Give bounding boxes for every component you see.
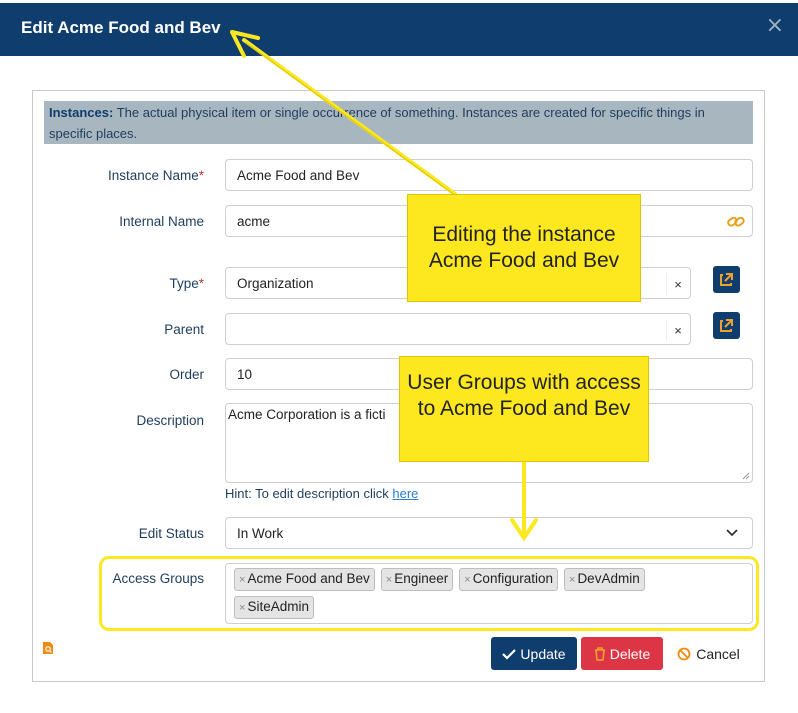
external-link-icon — [720, 273, 733, 286]
internal-name-value: acme — [237, 213, 271, 229]
parent-select[interactable]: × — [225, 313, 691, 345]
update-button[interactable]: Update — [491, 637, 577, 670]
groups-callout: User Groups with access to Acme Food and… — [399, 356, 649, 462]
check-icon — [502, 648, 517, 660]
type-open-button[interactable] — [713, 266, 740, 293]
info-heading: Instances: — [49, 105, 114, 120]
access-groups-highlight — [99, 556, 759, 631]
external-link-icon — [720, 319, 733, 332]
parent-open-button[interactable] — [713, 312, 740, 339]
ban-icon — [677, 647, 691, 660]
instance-name-input[interactable]: Acme Food and Bev — [225, 159, 753, 191]
instance-name-label: Instance Name* — [107, 168, 204, 183]
order-label: Order — [169, 367, 204, 382]
resize-handle-icon[interactable] — [741, 471, 750, 480]
update-label: Update — [520, 645, 566, 662]
editing-callout: Editing the instance Acme Food and Bev — [407, 194, 641, 302]
trash-icon — [594, 646, 605, 661]
type-label: Type* — [169, 276, 204, 291]
cancel-button[interactable]: Cancel — [667, 637, 750, 670]
delete-button[interactable]: Delete — [581, 637, 663, 670]
parent-clear-icon[interactable]: × — [666, 319, 689, 341]
internal-name-label: Internal Name — [119, 214, 204, 229]
edit-status-label: Edit Status — [138, 526, 204, 541]
instances-info-banner: Instances: The actual physical item or s… — [44, 101, 753, 144]
search-doc-icon[interactable] — [42, 641, 54, 655]
delete-label: Delete — [609, 645, 651, 662]
description-hint: Hint: To edit description click here — [225, 486, 419, 501]
dialog-header: Edit Acme Food and Bev × — [0, 3, 798, 56]
chevron-down-icon — [726, 529, 738, 537]
description-edit-link[interactable]: here — [392, 486, 418, 501]
description-label: Description — [136, 413, 204, 428]
link-icon[interactable] — [726, 213, 746, 231]
close-icon[interactable]: × — [766, 13, 784, 38]
info-text: The actual physical item or single occur… — [49, 105, 705, 141]
type-clear-icon[interactable]: × — [666, 273, 689, 295]
dialog-title: Edit Acme Food and Bev — [21, 18, 221, 37]
edit-status-value: In Work — [237, 525, 284, 541]
edit-status-select[interactable]: In Work — [225, 517, 753, 549]
parent-label: Parent — [164, 322, 204, 337]
cancel-label: Cancel — [696, 645, 740, 662]
description-value: Acme Corporation is a ficti — [228, 407, 386, 422]
type-value: Organization — [237, 275, 314, 291]
